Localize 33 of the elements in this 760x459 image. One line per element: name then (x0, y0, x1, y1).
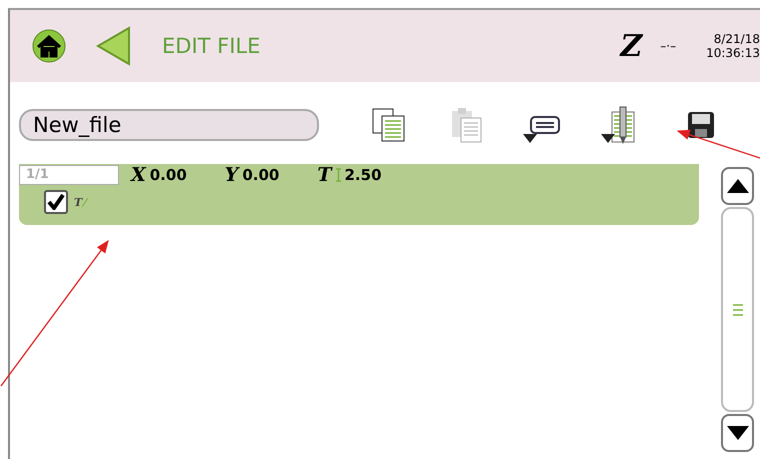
checkbox[interactable] (44, 190, 68, 214)
tool-icon (611, 106, 635, 144)
file-name-field[interactable]: New_file (19, 109, 319, 141)
field-value: 0.00 (150, 166, 187, 184)
down-arrow-icon (726, 426, 748, 440)
save-icon (687, 111, 715, 139)
up-arrow-icon (726, 179, 748, 193)
field-label: Y (224, 164, 238, 186)
paste-icon (450, 107, 484, 143)
field-label: T (317, 164, 332, 186)
scroll-down-button[interactable] (721, 414, 754, 452)
slash-icon (82, 198, 88, 206)
field-value: 2.50 (344, 166, 382, 184)
scroll-track[interactable] (721, 207, 754, 412)
option-label: T (74, 196, 82, 208)
scroll-up-button[interactable] (721, 167, 754, 205)
copy-icon (372, 108, 406, 142)
comment-icon (530, 116, 560, 134)
field-value: 0.00 (242, 166, 280, 184)
time-text: 10:36:13 (706, 46, 760, 60)
length-icon (336, 168, 340, 182)
caret-icon (601, 134, 615, 143)
back-icon[interactable] (96, 26, 132, 66)
home-icon[interactable] (32, 29, 66, 63)
row-index: 1/1 (19, 165, 119, 185)
program-row[interactable]: 1/1 X 0.00 Y 0.00 T 2.50 T (19, 164, 699, 225)
axis-label: Z (620, 28, 642, 64)
status-text: –·– (660, 39, 676, 53)
caret-icon (523, 134, 537, 143)
date-text: 8/21/18 (714, 32, 760, 46)
field-label: X (131, 164, 146, 186)
grip-icon (732, 304, 742, 316)
window-title: EDIT FILE (162, 34, 260, 58)
